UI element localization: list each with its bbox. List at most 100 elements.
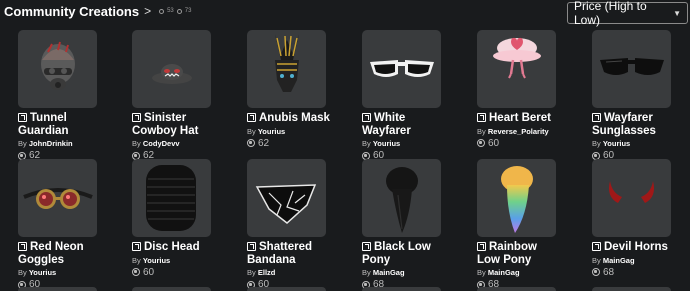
robux-icon [247,139,255,147]
creator-link[interactable]: MainGag [373,268,405,277]
item-name[interactable]: Wayfarer Sunglasses [592,112,676,137]
creator-link[interactable]: MainGag [603,256,635,265]
creator-link[interactable]: Yourius [143,256,170,265]
creator-link[interactable]: Yourius [29,268,56,277]
creator-link[interactable]: CodyDevv [143,139,180,148]
gas-mask-helmet-icon [41,41,75,90]
catalog-item-card[interactable]: Wayfarer Sunglasses By Yourius 60 [592,30,674,161]
limited-icon [592,242,601,251]
sort-dropdown[interactable]: Price (High to Low) ▼ [567,0,688,27]
next-row-thumbnail[interactable] [18,287,97,291]
item-name[interactable]: Red Neon Goggles [18,241,102,266]
item-price: 60 [132,267,214,278]
section-header: Community Creations > 53 73 [4,0,191,22]
devil-horns-icon [609,181,654,203]
catalog-item-card[interactable]: Rainbow Low Pony By MainGag 68 [477,159,559,290]
catalog-item-card[interactable]: Anubis Mask By Yourius 62 [247,30,331,149]
catalog-item-card[interactable]: Sinister Cowboy Hat By CodyDevv 62 [132,30,214,161]
catalog-item-card[interactable]: Devil Horns By MainGag 68 [592,159,674,278]
item-thumbnail[interactable] [18,30,97,108]
section-title[interactable]: Community Creations [4,4,139,19]
creator-link[interactable]: MainGag [488,268,520,277]
item-thumbnail[interactable] [362,159,441,237]
item-name[interactable]: Disc Head [132,241,216,254]
item-creator: By MainGag [477,268,520,277]
limited-icon [132,113,141,122]
item-thumbnail[interactable] [247,30,326,108]
catalog-item-card[interactable]: White Wayfarer By Yourius 60 [362,30,444,161]
creator-link[interactable]: Yourius [258,127,285,136]
section-stats: 53 73 [159,8,191,14]
creator-link[interactable]: Yourius [373,139,400,148]
black-ponytail-icon [386,167,418,233]
heart-beret-icon [493,37,541,79]
catalog-item-card[interactable]: Disc Head By Yourius 60 [132,159,214,278]
item-thumbnail[interactable] [592,159,671,237]
catalog-item-card[interactable]: Red Neon Goggles By Yourius 60 [18,159,100,290]
limited-icon [247,242,256,251]
item-name[interactable]: Tunnel Guardian [18,112,102,137]
next-row-thumbnail[interactable] [132,287,211,291]
item-creator: By Reverse_Polarity [477,126,549,136]
creator-link[interactable]: JohnDrinkin [29,139,73,148]
item-creator: By MainGag [362,268,405,277]
chevron-right-icon[interactable]: > [144,4,151,18]
catalog-item-card[interactable]: Black Low Pony By MainGag 68 [362,159,444,290]
catalog-item-card[interactable]: Tunnel Guardian By JohnDrinkin 62 [18,30,100,161]
item-creator: By JohnDrinkin [18,139,73,148]
goggles-icon [23,188,93,209]
next-row-thumbnail[interactable] [592,287,671,291]
next-row-thumbnail[interactable] [247,287,326,291]
catalog-item-card[interactable]: Heart Beret By Reverse_Polarity 60 [477,30,559,149]
item-name[interactable]: Shattered Bandana [247,241,331,266]
item-creator: By Yourius [592,139,631,148]
item-name[interactable]: Sinister Cowboy Hat [132,112,216,137]
robux-icon [132,268,140,276]
item-name[interactable]: Devil Horns [592,241,676,254]
next-row-thumbnail[interactable] [362,287,441,291]
disc-head-icon [146,165,196,231]
bandana-icon [255,184,317,224]
item-thumbnail[interactable] [477,159,556,237]
limited-icon [362,242,371,251]
item-name[interactable]: Rainbow Low Pony [477,241,561,266]
limited-icon [362,113,371,122]
limited-icon [18,242,27,251]
limited-icon [18,113,27,122]
item-thumbnail[interactable] [18,159,97,237]
creator-link[interactable]: Ellzd [258,268,276,277]
item-creator: By Yourius [132,255,171,265]
item-creator: By Ellzd [247,268,276,277]
creator-link[interactable]: Yourius [603,139,630,148]
item-creator: By CodyDevv [132,139,180,148]
item-name[interactable]: Black Low Pony [362,241,446,266]
next-row-thumbnail[interactable] [477,287,556,291]
item-thumbnail[interactable] [247,159,326,237]
stat-a-value: 53 [167,8,174,14]
item-name[interactable]: White Wayfarer [362,112,446,137]
black-sunglasses-icon [600,58,664,75]
item-name[interactable]: Heart Beret [477,112,561,125]
catalog-item-card[interactable]: Shattered Bandana By Ellzd 60 [247,159,329,290]
limited-icon [477,113,486,122]
item-thumbnail[interactable] [132,159,211,237]
item-price: 68 [592,267,674,278]
item-name[interactable]: Anubis Mask [247,112,331,125]
item-thumbnail[interactable] [592,30,671,108]
robux-icon [592,268,600,276]
robux-icon [477,139,485,147]
stat-icon [159,8,165,14]
anubis-mask-icon [275,34,299,92]
item-creator: By MainGag [592,255,635,265]
item-creator: By Yourius [247,126,286,136]
item-creator: By Yourius [362,139,401,148]
rainbow-ponytail-icon [501,166,533,233]
stat-icon [176,8,182,14]
item-thumbnail[interactable] [477,30,556,108]
item-thumbnail[interactable] [362,30,441,108]
white-sunglasses-icon [370,60,434,77]
limited-icon [132,242,141,251]
sort-label: Price (High to Low) [574,0,647,27]
item-thumbnail[interactable] [132,30,211,108]
creator-link[interactable]: Reverse_Polarity [488,127,549,136]
